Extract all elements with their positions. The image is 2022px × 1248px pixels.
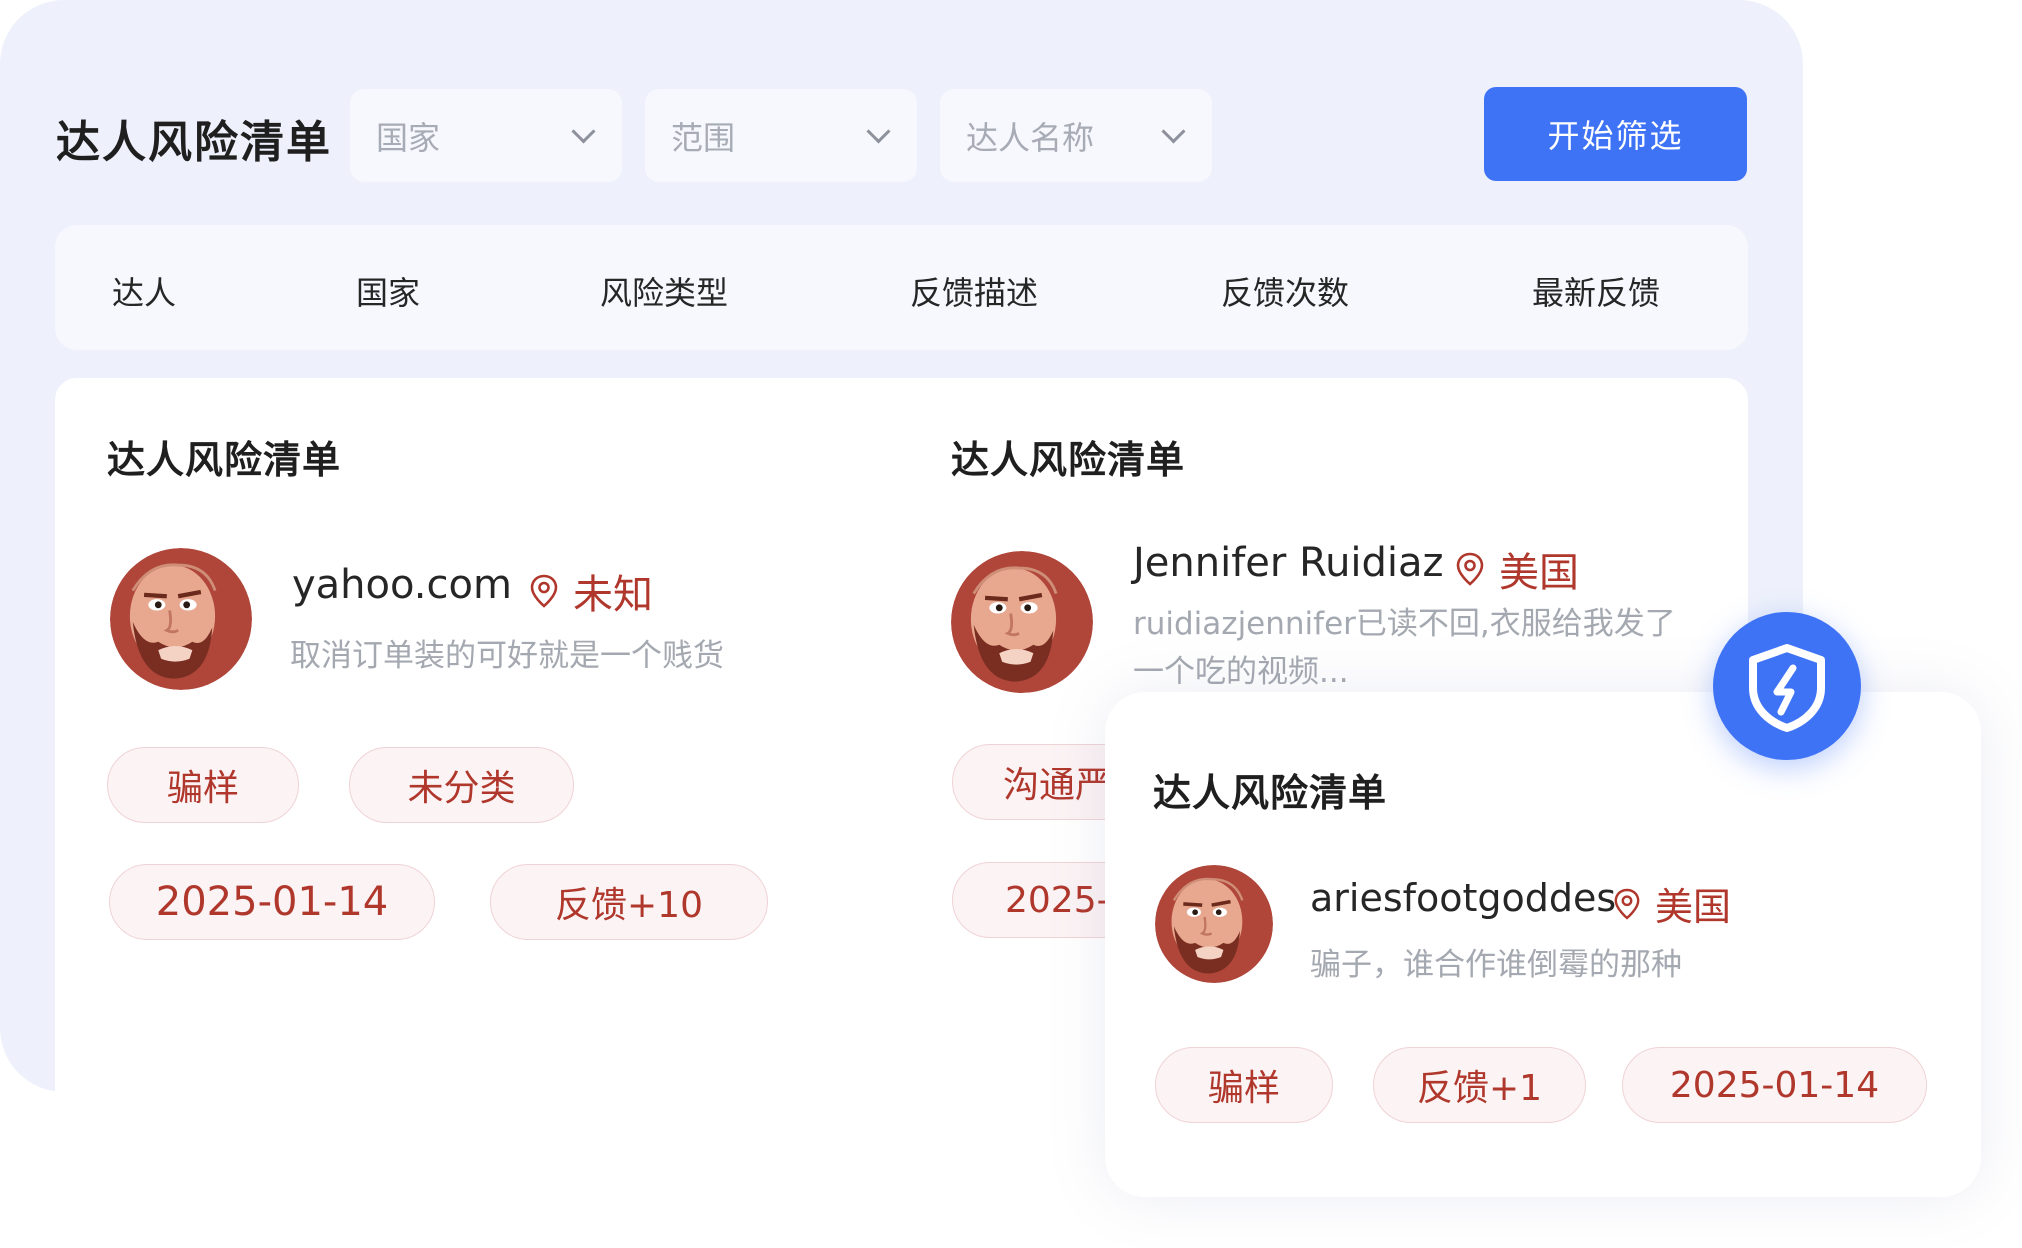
feedback-description: 取消订单装的可好就是一个贱货 [290, 638, 724, 674]
category-tag: 未分类 [349, 747, 574, 823]
popup-title: 达人风险清单 [1153, 771, 1388, 815]
location: 美国 [1613, 876, 1731, 931]
column-header-risk-type[interactable]: 风险类型 [600, 268, 728, 314]
feedback-count-tag: 反馈+10 [490, 864, 768, 940]
date-tag: 2025-01-14 [109, 864, 435, 940]
feedback-description-line2: 一个吃的视频... [1133, 654, 1349, 690]
chevron-down-icon [1161, 119, 1186, 144]
feedback-count-tag: 反馈+1 [1373, 1047, 1586, 1123]
scope-filter-placeholder: 范围 [671, 118, 736, 157]
avatar[interactable] [951, 551, 1093, 693]
location-text: 未知 [573, 572, 653, 618]
date-tag: 2025-01-14 [1622, 1047, 1927, 1123]
table-header: 达人 国家 风险类型 反馈描述 反馈次数 最新反馈 [55, 225, 1748, 350]
column-header-latest-feedback[interactable]: 最新反馈 [1532, 268, 1660, 314]
creator-name: yahoo.com [292, 562, 512, 608]
chevron-down-icon [866, 119, 891, 144]
risk-detail-popup[interactable]: 达人风险清单 ariesfootgoddes 美国 骗子，谁合作谁倒霉的那种 骗… [1105, 692, 1981, 1197]
country-filter-select[interactable]: 国家 [350, 89, 622, 182]
creator-name: Jennifer Ruidiaz [1133, 540, 1444, 586]
page-title: 达人风险清单 [56, 117, 332, 168]
column-header-creator[interactable]: 达人 [112, 268, 176, 314]
location: 未知 [529, 562, 653, 620]
location-text: 美国 [1499, 550, 1579, 596]
column-header-country[interactable]: 国家 [356, 268, 420, 314]
location: 美国 [1455, 540, 1579, 598]
location-pin-icon [1456, 552, 1484, 586]
risk-type-tag: 骗样 [1155, 1047, 1333, 1123]
country-filter-placeholder: 国家 [376, 118, 441, 157]
feedback-description-line1: ruidiazjennifer已读不回,衣服给我发了 [1133, 606, 1676, 642]
creator-name-filter-placeholder: 达人名称 [966, 118, 1095, 157]
shield-lightning-icon [1749, 644, 1825, 732]
risk-type-tag: 骗样 [107, 747, 299, 823]
scope-filter-select[interactable]: 范围 [645, 89, 917, 182]
card-title: 达人风险清单 [951, 438, 1186, 482]
creator-name: ariesfootgoddes [1310, 876, 1617, 920]
creator-name-filter-select[interactable]: 达人名称 [940, 89, 1212, 182]
feedback-description: 骗子，谁合作谁倒霉的那种 [1310, 947, 1682, 983]
location-pin-icon [1614, 888, 1640, 920]
avatar[interactable] [1155, 865, 1273, 983]
card-title: 达人风险清单 [107, 438, 342, 482]
location-text: 美国 [1655, 885, 1732, 929]
start-filter-button[interactable]: 开始筛选 [1484, 87, 1747, 181]
location-pin-icon [530, 574, 558, 608]
chevron-down-icon [571, 119, 596, 144]
avatar[interactable] [110, 548, 252, 690]
shield-badge [1713, 612, 1861, 760]
column-header-feedback-count[interactable]: 反馈次数 [1221, 268, 1349, 314]
column-header-feedback-desc[interactable]: 反馈描述 [910, 268, 1038, 314]
